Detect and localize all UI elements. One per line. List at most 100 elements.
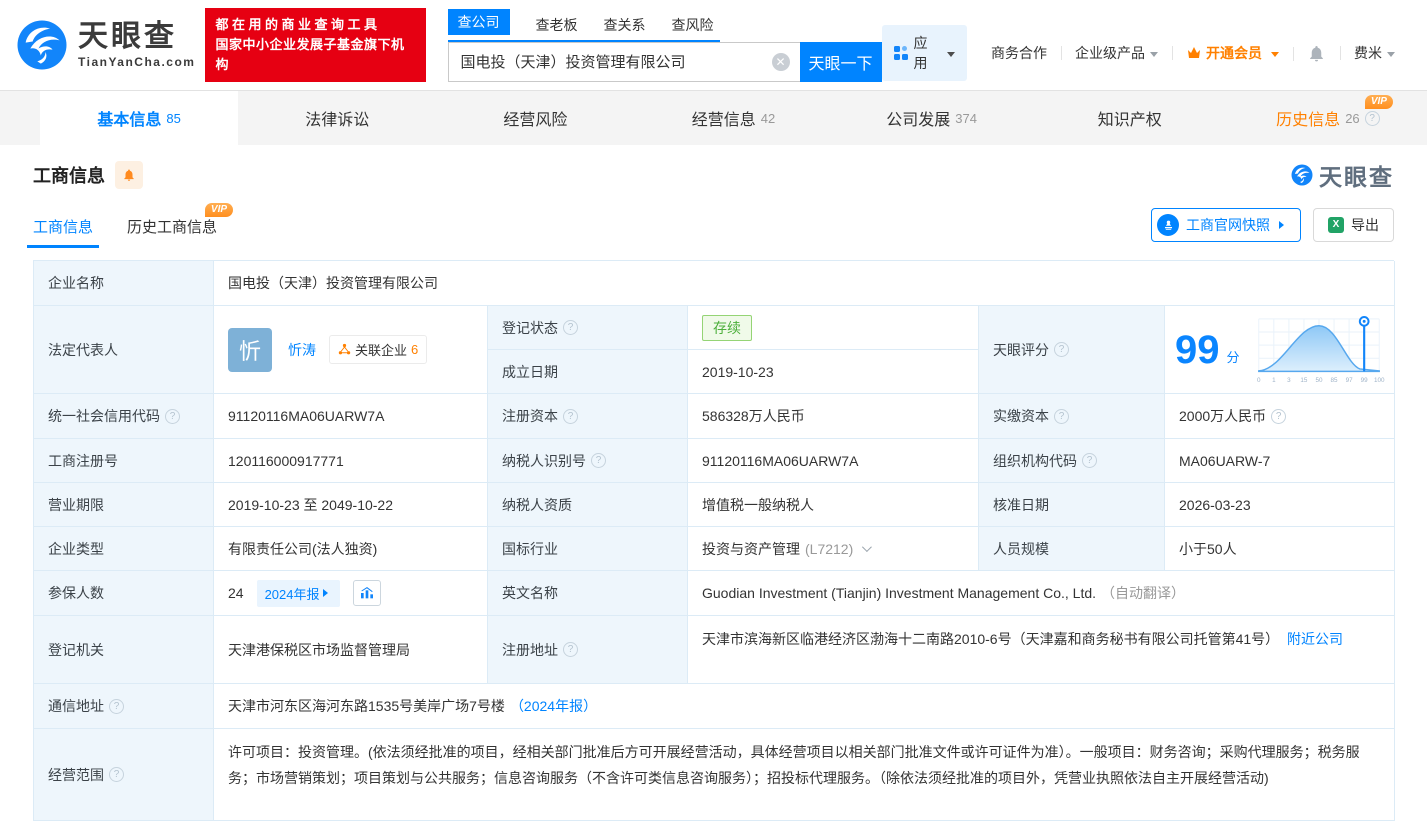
score-distribution-chart: 0131550859799100 [1251, 313, 1387, 387]
stamp-icon [1157, 214, 1179, 236]
legal-rep-label: 法定代表人 [34, 306, 214, 394]
search-tab-boss[interactable]: 查老板 [536, 15, 578, 35]
chevron-down-icon [1387, 52, 1395, 61]
svg-text:99: 99 [1360, 377, 1368, 384]
search-tab-risk[interactable]: 查风险 [672, 15, 714, 35]
help-icon[interactable]: ? [563, 409, 578, 424]
reg-address-value: 天津市滨海新区临港经济区渤海十二南路2010-6号（天津嘉和商务秘书有限公司托管… [688, 616, 1395, 684]
vip-badge: VIP [1365, 95, 1393, 109]
annual-report-link[interactable]: 2024年报 [257, 580, 340, 607]
bar-chart-icon [360, 587, 374, 599]
arrow-right-icon [1279, 221, 1288, 229]
help-icon[interactable]: ? [165, 409, 180, 424]
tianyancha-logo-icon [14, 17, 70, 73]
legal-rep-name-link[interactable]: 忻涛 [288, 340, 316, 360]
insured-value: 24 2024年报 [214, 571, 488, 616]
related-companies-button[interactable]: 关联企业 6 [329, 335, 427, 364]
search-tab-relation[interactable]: 查关系 [604, 15, 646, 35]
uscc-label: 统一社会信用代码? [34, 394, 214, 439]
status-badge: 存续 [702, 315, 752, 341]
help-icon[interactable]: ? [1082, 453, 1097, 468]
apps-label: 应用 [914, 33, 936, 73]
network-icon [338, 343, 351, 356]
subtab-business-info[interactable]: 工商信息 [33, 216, 93, 248]
nav-user-account[interactable]: 费米 [1340, 43, 1409, 63]
svg-text:1: 1 [1272, 377, 1276, 384]
help-icon[interactable]: ? [591, 453, 606, 468]
insured-trend-button[interactable] [353, 580, 381, 606]
comm-address-value: 天津市河东区海河东路1535号美岸广场7号楼（2024年报） [214, 684, 1395, 729]
help-icon[interactable]: ? [1365, 111, 1380, 126]
help-icon[interactable]: ? [563, 642, 578, 657]
industry-value[interactable]: 投资与资产管理(L7212) [688, 527, 979, 571]
vip-badge: VIP [205, 203, 233, 217]
reg-number-value: 120116000917771 [214, 439, 488, 483]
tianyancha-watermark: 天眼查 [1290, 158, 1394, 192]
business-term-label: 营业期限 [34, 483, 214, 527]
chevron-down-icon [947, 52, 955, 61]
brand-domain: TianYanCha.com [78, 55, 195, 69]
brand-name: 天眼查 [78, 22, 195, 52]
legal-rep-avatar[interactable]: 忻 [228, 328, 272, 372]
annual-report-link[interactable]: （2024年报） [510, 696, 597, 716]
nav-notifications[interactable] [1293, 44, 1340, 63]
reg-status-value: 存续 [688, 306, 979, 350]
chevron-down-icon [1150, 52, 1158, 61]
arrow-right-icon [323, 589, 332, 597]
export-button[interactable]: X 导出 [1313, 208, 1394, 242]
tab-company-development[interactable]: 公司发展374 [833, 91, 1031, 145]
industry-label: 国标行业 [488, 527, 688, 571]
company-section-tabs: 基本信息85 法律诉讼 经营风险 经营信息42 公司发展374 知识产权 VIP… [0, 90, 1427, 145]
tab-legal-proceedings[interactable]: 法律诉讼 [238, 91, 436, 145]
reg-authority-value: 天津港保税区市场监督管理局 [214, 616, 488, 684]
search-button[interactable]: 天眼一下 [800, 42, 882, 82]
svg-text:100: 100 [1373, 377, 1384, 384]
chevron-down-icon[interactable] [862, 542, 872, 552]
subscribe-bell-button[interactable] [115, 161, 143, 189]
search-input[interactable] [448, 42, 800, 82]
svg-text:3: 3 [1287, 377, 1291, 384]
english-name-label: 英文名称 [488, 571, 688, 616]
business-info-section: 工商信息 天眼查 工商信息 VIP 历史工商信息 [0, 158, 1427, 821]
business-scope-value: 许可项目：投资管理。(依法须经批准的项目，经相关部门批准后方可开展经营活动，具体… [214, 729, 1395, 821]
nav-business-cooperation[interactable]: 商务合作 [977, 43, 1061, 63]
search-tab-company[interactable]: 查公司 [448, 9, 510, 35]
help-icon[interactable]: ? [109, 767, 124, 782]
staff-size-label: 人员规模 [979, 527, 1165, 571]
reg-number-label: 工商注册号 [34, 439, 214, 483]
uscc-value: 91120116MA06UARW7A [214, 394, 488, 439]
business-scope-label: 经营范围? [34, 729, 214, 821]
help-icon[interactable]: ? [1271, 409, 1286, 424]
approval-date-label: 核准日期 [979, 483, 1165, 527]
tab-operating-risk[interactable]: 经营风险 [436, 91, 634, 145]
tax-id-value: 91120116MA06UARW7A [688, 439, 979, 483]
reg-status-label: 登记状态? [488, 306, 688, 350]
apps-menu[interactable]: 应用 [882, 25, 967, 81]
tianyancha-logo[interactable]: 天眼查 TianYanCha.com [14, 17, 195, 73]
tax-id-label: 纳税人识别号? [488, 439, 688, 483]
nearby-companies-link[interactable]: 附近公司 [1287, 631, 1343, 647]
nav-enterprise-products[interactable]: 企业级产品 [1061, 43, 1172, 63]
header-nav: 应用 商务合作 企业级产品 开通会员 费米 [882, 25, 1409, 81]
chevron-down-icon [1271, 52, 1279, 61]
reg-capital-label: 注册资本? [488, 394, 688, 439]
clear-search-icon[interactable]: ✕ [772, 53, 790, 71]
company-name-label: 企业名称 [34, 261, 214, 306]
tab-intellectual-property[interactable]: 知识产权 [1031, 91, 1229, 145]
company-type-value: 有限责任公司(法人独资) [214, 527, 488, 571]
subtab-history-business-info[interactable]: VIP 历史工商信息 [127, 216, 217, 248]
tab-basic-info[interactable]: 基本信息85 [40, 91, 238, 145]
reg-capital-value: 586328万人民币 [688, 394, 979, 439]
nav-open-vip[interactable]: 开通会员 [1172, 43, 1293, 63]
svg-text:50: 50 [1315, 377, 1323, 384]
help-icon[interactable]: ? [1054, 409, 1069, 424]
tab-history-info[interactable]: VIP 历史信息26 ? [1229, 91, 1427, 145]
official-snapshot-button[interactable]: 工商官网快照 [1151, 208, 1301, 242]
score-label: 天眼评分? [979, 306, 1165, 394]
help-icon[interactable]: ? [563, 320, 578, 335]
help-icon[interactable]: ? [109, 699, 124, 714]
comm-address-label: 通信地址? [34, 684, 214, 729]
tab-operating-info[interactable]: 经营信息42 [634, 91, 832, 145]
english-name-value: Guodian Investment (Tianjin) Investment … [688, 571, 1395, 616]
help-icon[interactable]: ? [1054, 342, 1069, 357]
